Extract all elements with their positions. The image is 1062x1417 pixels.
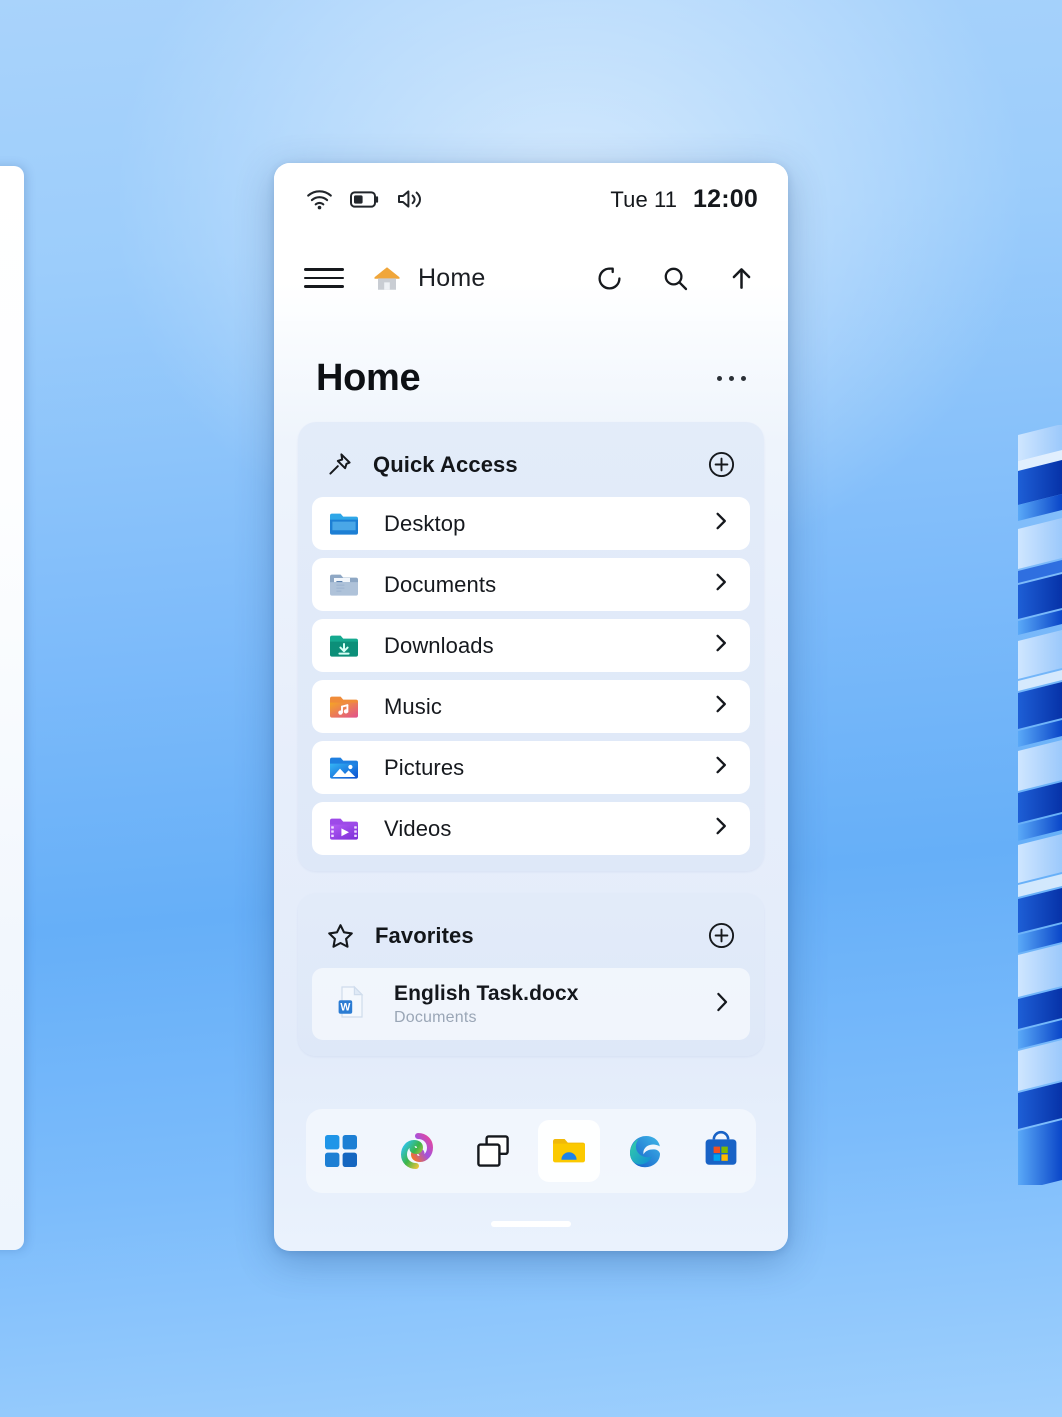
folder-documents-icon xyxy=(328,568,362,602)
chevron-right-icon xyxy=(710,815,732,842)
taskbar xyxy=(306,1109,756,1193)
status-bar-icons xyxy=(306,188,424,210)
wallpaper-ribbon xyxy=(1018,425,1062,1185)
more-dot xyxy=(717,376,722,381)
breadcrumb-label: Home xyxy=(418,263,486,292)
quick-access-title: Quick Access xyxy=(373,451,518,477)
quick-access-item-label: Documents xyxy=(384,571,497,597)
chevron-right-icon xyxy=(710,754,732,781)
ribbon-stripes-icon xyxy=(1018,425,1062,1185)
microsoft-store-icon xyxy=(705,1130,737,1165)
chevron-right-icon xyxy=(710,571,732,598)
home-indicator[interactable] xyxy=(491,1221,571,1227)
page-title: Home xyxy=(316,357,421,399)
more-options-button[interactable] xyxy=(709,366,754,391)
quick-access-item-label: Desktop xyxy=(384,510,466,536)
folder-pictures-icon xyxy=(328,751,362,785)
nav-actions xyxy=(588,257,762,299)
favorites-header: Favorites xyxy=(312,905,750,968)
favorites-item-location: Documents xyxy=(394,1008,477,1026)
favorites-item-english-task[interactable]: W English Task.docx Documents xyxy=(312,968,750,1040)
folder-videos-icon xyxy=(328,812,362,846)
quick-access-item-documents[interactable]: Documents xyxy=(312,558,750,611)
chevron-right-icon xyxy=(710,990,734,1019)
copilot-icon xyxy=(400,1133,434,1169)
quick-access-item-pictures[interactable]: Pictures xyxy=(312,741,750,794)
edge-icon xyxy=(630,1136,660,1168)
refresh-icon[interactable] xyxy=(588,257,630,299)
navigation-bar: Home xyxy=(274,235,788,321)
pin-icon xyxy=(329,453,351,475)
volume-icon xyxy=(398,190,422,208)
up-arrow-icon[interactable] xyxy=(720,257,762,299)
favorites-title: Favorites xyxy=(375,922,474,948)
plus-circle-icon xyxy=(708,922,735,949)
chevron-right-icon xyxy=(710,632,732,659)
plus-circle-icon xyxy=(708,451,735,478)
favorites-add-button[interactable] xyxy=(707,921,736,950)
svg-text:W: W xyxy=(340,1001,350,1013)
file-explorer-button[interactable] xyxy=(538,1120,600,1182)
status-bar: Tue 11 12:00 xyxy=(274,163,788,235)
quick-access-card: Quick Access Desktop Documents Downloads… xyxy=(298,422,764,871)
star-icon xyxy=(328,923,353,948)
folder-downloads-icon xyxy=(328,629,362,663)
desktop-wallpaper: Tue 11 12:00 Home Home Quick Access Desk… xyxy=(0,0,1062,1417)
quick-access-item-label: Music xyxy=(384,693,442,719)
page-header: Home xyxy=(274,321,788,422)
more-dot xyxy=(729,376,734,381)
folder-desktop-icon xyxy=(328,507,362,541)
status-date: Tue 11 xyxy=(610,186,678,212)
breadcrumb[interactable]: Home xyxy=(370,263,486,293)
file-explorer-icon xyxy=(553,1139,585,1163)
quick-access-add-button[interactable] xyxy=(707,450,736,479)
background-window-left[interactable] xyxy=(0,166,24,1250)
favorites-item-name: English Task.docx xyxy=(394,981,579,1005)
quick-access-item-music[interactable]: Music xyxy=(312,680,750,733)
folder-music-icon xyxy=(328,690,362,724)
status-time: 12:00 xyxy=(693,184,758,213)
task-view-icon xyxy=(477,1135,509,1167)
favorites-card: Favorites W English Task.docx Documents xyxy=(298,893,764,1056)
home-icon xyxy=(374,267,400,290)
quick-access-item-desktop[interactable]: Desktop xyxy=(312,497,750,550)
store-button[interactable] xyxy=(690,1120,752,1182)
quick-access-item-label: Pictures xyxy=(384,754,465,780)
phone-window: Tue 11 12:00 Home Home Quick Access Desk… xyxy=(274,163,788,1251)
chevron-right-icon xyxy=(710,693,732,720)
copilot-button[interactable] xyxy=(386,1120,448,1182)
battery-icon xyxy=(350,190,379,208)
quick-access-item-label: Downloads xyxy=(384,632,494,658)
edge-button[interactable] xyxy=(614,1120,676,1182)
start-button[interactable] xyxy=(310,1120,372,1182)
task-view-button[interactable] xyxy=(462,1120,524,1182)
chevron-right-icon xyxy=(710,510,732,537)
word-document-icon: W xyxy=(334,983,368,1026)
more-dot xyxy=(741,376,746,381)
quick-access-header: Quick Access xyxy=(312,434,750,497)
search-icon[interactable] xyxy=(654,257,696,299)
quick-access-item-downloads[interactable]: Downloads xyxy=(312,619,750,672)
quick-access-item-label: Videos xyxy=(384,815,452,841)
hamburger-icon[interactable] xyxy=(304,258,344,298)
windows-start-icon xyxy=(325,1135,357,1167)
content-area: Quick Access Desktop Documents Downloads… xyxy=(274,422,788,1056)
wifi-icon xyxy=(307,190,332,210)
quick-access-item-videos[interactable]: Videos xyxy=(312,802,750,855)
